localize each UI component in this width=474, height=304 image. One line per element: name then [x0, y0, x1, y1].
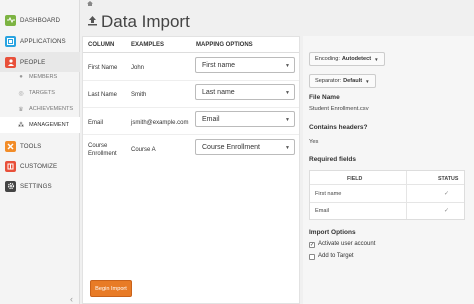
separator-label: Separator:: [315, 78, 342, 84]
divider: [83, 52, 299, 53]
chevron-down-icon: ▼: [285, 90, 290, 96]
add-to-target-checkbox[interactable]: [309, 254, 315, 260]
divider: [83, 107, 299, 108]
chevron-down-icon: ▼: [285, 117, 290, 123]
sidebar-item-label: SETTINGS: [20, 182, 52, 190]
chevron-down-icon: ▼: [365, 78, 370, 84]
mapping-select[interactable]: Email ▼: [195, 111, 295, 127]
sidebar-item-label: CUSTOMIZE: [20, 162, 58, 170]
row-column-name: Email: [88, 120, 104, 126]
divider: [406, 171, 407, 219]
sidebar-subitem-targets[interactable]: ◎ TARGETS: [0, 85, 80, 101]
sidebar-item-label: PEOPLE: [20, 58, 46, 66]
activity-icon: [5, 14, 16, 26]
gear-icon: [5, 180, 16, 192]
chevron-left-icon[interactable]: ‹: [70, 294, 73, 304]
sidebar-item-dashboard[interactable]: DASHBOARD: [0, 10, 80, 30]
divider: [83, 80, 299, 81]
file-name-label: File Name: [309, 94, 340, 101]
column-header: MAPPING OPTIONS: [196, 42, 253, 48]
sidebar-subitem-label: ACHIEVEMENTS: [29, 106, 74, 112]
management-icon: ⁂: [18, 122, 24, 129]
encoding-value: Autodetect: [341, 56, 372, 62]
mapping-select[interactable]: First name ▼: [195, 57, 295, 73]
divider: [83, 134, 299, 135]
sidebar: DASHBOARD APPLICATIONS PEOPLE ● MEMBERS …: [0, 0, 80, 304]
home-icon[interactable]: [87, 1, 93, 8]
upload-icon: [87, 15, 98, 29]
table-header: STATUS: [438, 176, 459, 182]
mapping-select-value: Course Enrollment: [202, 143, 260, 151]
table-cell-field: Email: [315, 208, 329, 214]
checkbox-label: Activate user account: [318, 241, 376, 247]
column-header: COLUMN: [88, 42, 115, 48]
mapping-select[interactable]: Last name ▼: [195, 84, 295, 100]
chevron-down-icon: ▼: [285, 145, 290, 151]
mapping-select-value: Email: [202, 115, 220, 123]
table-header: FIELD: [347, 176, 363, 182]
apps-icon: [5, 35, 16, 47]
check-icon: ✓: [444, 208, 450, 214]
sidebar-item-label: TOOLS: [20, 142, 42, 150]
row-example: jsmith@example.com: [131, 120, 189, 126]
row-column-name: Last Name: [88, 92, 118, 98]
sidebar-item-applications[interactable]: APPLICATIONS: [0, 31, 80, 51]
sidebar-item-label: DASHBOARD: [20, 16, 61, 24]
check-icon: ✓: [444, 191, 450, 197]
sidebar-subitem-achievements[interactable]: ♛ ACHIEVEMENTS: [0, 101, 80, 117]
row-example: Smith: [131, 92, 147, 98]
trophy-icon: ♛: [18, 106, 24, 113]
chevron-down-icon: ▼: [285, 63, 290, 69]
mapping-select-value: Last name: [202, 88, 235, 96]
sidebar-subitem-label: MANAGEMENT: [29, 122, 70, 128]
sidebar-item-settings[interactable]: SETTINGS: [0, 176, 80, 196]
row-example: Course A: [131, 147, 156, 153]
checkbox-label: Add to Target: [318, 253, 354, 259]
headers-value: Yes: [309, 139, 319, 145]
import-options-label: Import Options: [309, 229, 356, 236]
column-header: EXAMPLES: [131, 42, 165, 48]
file-name-value: Student Enrollment.csv: [309, 106, 369, 112]
page-title-text: Data Import: [101, 12, 190, 31]
chevron-down-icon: ▼: [374, 56, 379, 62]
encoding-label: Encoding:: [315, 56, 340, 62]
sidebar-item-customize[interactable]: CUSTOMIZE: [0, 156, 80, 176]
row-column-name: First Name: [88, 65, 118, 71]
headers-label: Contains headers?: [309, 124, 368, 131]
mapping-select-value: First name: [202, 61, 236, 69]
sidebar-subitem-management[interactable]: ⁂ MANAGEMENT: [0, 117, 80, 133]
encoding-dropdown[interactable]: Encoding: Autodetect ▼: [309, 52, 385, 66]
begin-import-button[interactable]: Begin Import: [90, 280, 132, 297]
row-column-name: Course Enrollment: [88, 143, 117, 157]
sidebar-subitem-members[interactable]: ● MEMBERS: [0, 69, 80, 85]
sidebar-subitem-label: TARGETS: [29, 90, 56, 96]
separator-dropdown[interactable]: Separator: Default ▼: [309, 74, 376, 88]
separator-value: Default: [343, 78, 363, 84]
table-cell-field: First name: [315, 191, 342, 197]
divider: [310, 184, 464, 185]
target-icon: ◎: [18, 90, 24, 97]
activate-account-checkbox[interactable]: ✓: [309, 242, 315, 248]
customize-icon: [5, 160, 16, 172]
required-fields-label: Required fields: [309, 156, 356, 163]
sidebar-subitem-label: MEMBERS: [29, 74, 58, 80]
tools-icon: [5, 140, 16, 152]
sidebar-item-label: APPLICATIONS: [20, 37, 66, 45]
divider: [310, 202, 464, 203]
user-icon: ●: [19, 74, 23, 80]
people-icon: [5, 56, 16, 68]
mapping-panel: [82, 36, 300, 304]
page-title: Data Import: [87, 12, 190, 32]
sidebar-item-tools[interactable]: TOOLS: [0, 136, 80, 156]
mapping-select[interactable]: Course Enrollment ▼: [195, 139, 295, 155]
row-example: John: [131, 65, 145, 71]
